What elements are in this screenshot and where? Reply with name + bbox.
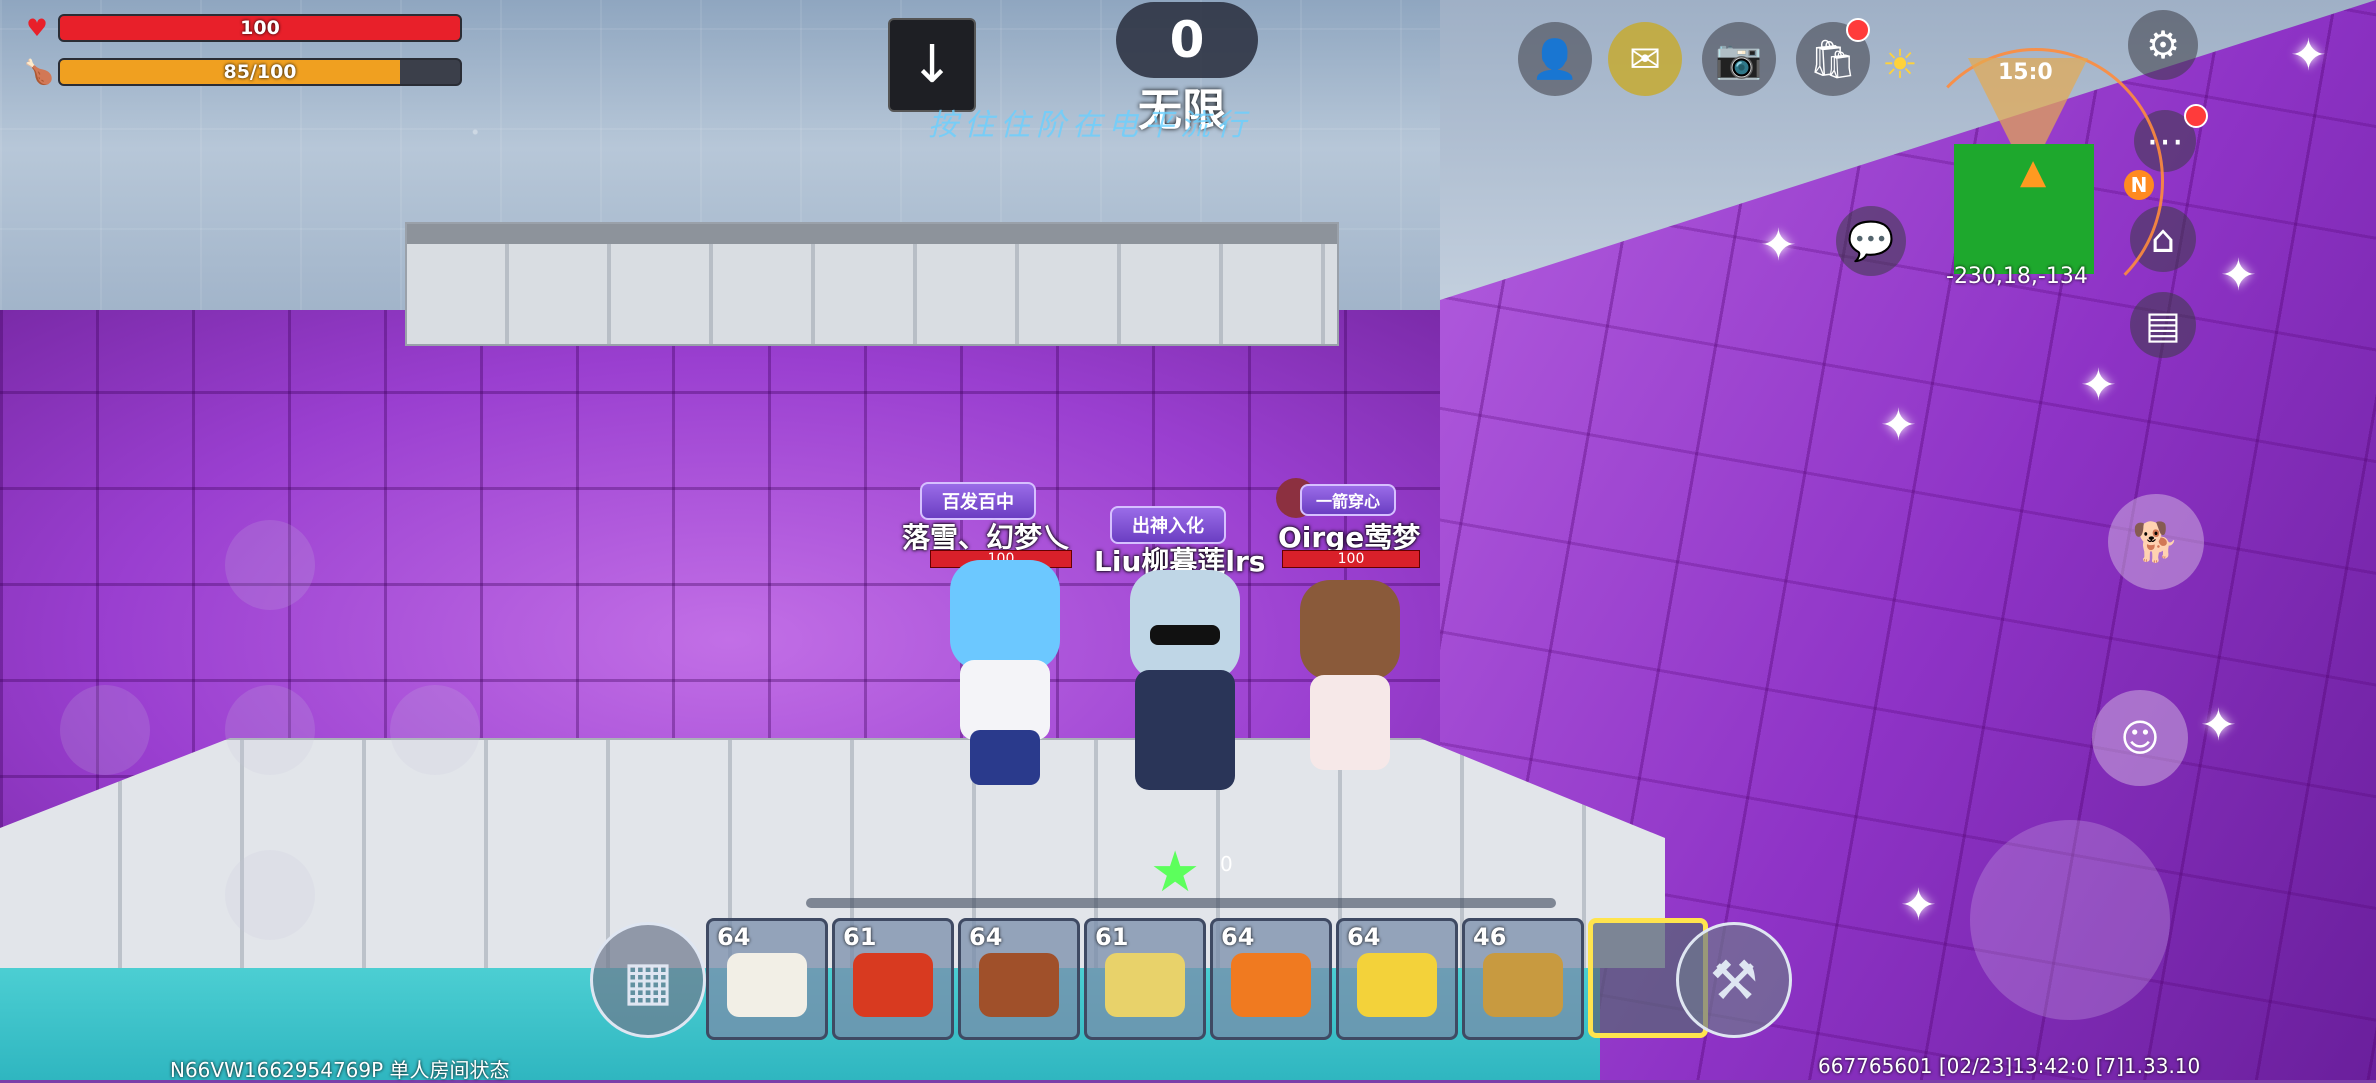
character-torso	[960, 660, 1050, 740]
settings-button[interactable]: ⚙	[2128, 10, 2198, 80]
hotbar-slot-6[interactable]: 64	[1336, 918, 1458, 1040]
star-icon: ★	[1150, 840, 1201, 905]
health-row: ♥ 100	[24, 14, 462, 42]
direction-arrow-icon: ↓	[888, 18, 976, 112]
jump-joystick[interactable]	[1970, 820, 2170, 1020]
hotbar-slot-2[interactable]: 61	[832, 918, 954, 1040]
notification-dot	[2184, 104, 2208, 128]
crafting-icon: ⚒	[1709, 948, 1759, 1012]
room-id-status: N66VW1662954769P 单人房间状态	[170, 1058, 510, 1082]
tofu-icon	[727, 953, 807, 1017]
score-display: 0	[1116, 2, 1258, 78]
item-count: 46	[1473, 923, 1507, 951]
sparkle-icon: ✦	[2290, 30, 2327, 81]
character-legs	[970, 730, 1040, 785]
hotbar-slot-4[interactable]: 61	[1084, 918, 1206, 1040]
sparkle-icon: ✦	[1760, 220, 1797, 271]
character-torso	[1135, 670, 1235, 790]
hotbar-slot-5[interactable]: 64	[1210, 918, 1332, 1040]
health-bar: 100	[58, 14, 462, 42]
item-count: 64	[1221, 923, 1255, 951]
item-count: 61	[1095, 923, 1129, 951]
hunger-value: 85/100	[223, 61, 297, 83]
chat-icon: 💬	[1847, 218, 1895, 263]
player-marker-icon: ▲	[2020, 152, 2047, 192]
hint-text: 按住住阶在电平流行	[928, 108, 1252, 143]
dpad-down-button[interactable]	[225, 850, 315, 940]
sparkle-icon: ✦	[2220, 250, 2257, 301]
shop-bag-icon: 🛍	[1808, 36, 1858, 81]
sparkle-icon: ✦	[2080, 360, 2117, 411]
minimap[interactable]: 15:0 ▲ -230,18,-134	[1908, 48, 2164, 314]
roast-meat-icon	[853, 953, 933, 1017]
backpack-icon: ▦	[622, 948, 674, 1012]
experience-bar	[806, 898, 1556, 908]
item-count: 64	[969, 923, 1003, 951]
hotbar-slot-1[interactable]: 64	[706, 918, 828, 1040]
dpad-up-button[interactable]	[225, 520, 315, 610]
item-count: 61	[843, 923, 877, 951]
pet-button[interactable]: 🐕	[2108, 494, 2204, 590]
north-indicator: N	[2124, 170, 2154, 200]
map-scroll-icon	[1483, 953, 1563, 1017]
movement-dpad[interactable]	[60, 520, 480, 940]
steak-icon	[979, 953, 1059, 1017]
sunglasses-icon	[1150, 625, 1220, 645]
emote-button[interactable]: ☺	[2092, 690, 2188, 786]
notebook-button[interactable]: ▤	[2130, 292, 2196, 358]
upper-stone-ledge	[405, 222, 1339, 346]
camera-icon: 📷	[1715, 36, 1763, 81]
backpack-button[interactable]: ▦	[590, 922, 706, 1038]
hunger-row: 🍗 85/100	[24, 58, 462, 86]
sparkle-icon: ✦	[1900, 880, 1937, 931]
soup-bowl-icon	[1105, 953, 1185, 1017]
player-hp-bar: 100	[1282, 550, 1420, 568]
dpad-left-button[interactable]	[60, 685, 150, 775]
emote-icon: ☺	[2120, 716, 2160, 760]
sparkle-icon: ✦	[1880, 400, 1917, 451]
hotbar: 64 61 64 61 64 64 46	[706, 918, 1708, 1040]
heart-icon: ♥	[26, 14, 48, 42]
sparkle-icon: ✦	[2200, 700, 2237, 751]
gear-icon: ⚙	[2145, 23, 2181, 67]
character-head	[1300, 580, 1400, 680]
dpad-right-button[interactable]	[390, 685, 480, 775]
character-torso	[1310, 675, 1390, 770]
item-count: 64	[717, 923, 751, 951]
add-friend-icon: 👤	[1531, 36, 1579, 81]
add-friend-button[interactable]: 👤	[1518, 22, 1592, 96]
pet-icon: 🐕	[2132, 519, 2180, 564]
mail-button[interactable]: ✉	[1608, 22, 1682, 96]
mail-icon: ✉	[1629, 37, 1661, 81]
hotbar-slot-7[interactable]: 46	[1462, 918, 1584, 1040]
drumstick-icon: 🍗	[24, 58, 54, 86]
banana-icon	[1357, 953, 1437, 1017]
notification-dot	[1846, 18, 1870, 42]
player-character-1[interactable]	[940, 560, 1070, 790]
sun-icon: ☀	[1882, 42, 1918, 88]
player-title-badge: 一箭穿心	[1300, 484, 1397, 516]
dpad-center-button[interactable]	[225, 685, 315, 775]
player-character-3[interactable]	[1290, 580, 1410, 780]
hunger-bar: 85/100	[58, 58, 462, 86]
build-info: 667765601 [02/23]13:42:0 [7]1.33.10	[1818, 1054, 2201, 1078]
player-title-badge: 出神入化	[1110, 506, 1226, 544]
star-count: 0	[1220, 852, 1233, 876]
player-title-badge: 百发百中	[920, 482, 1036, 520]
notebook-icon: ▤	[2145, 303, 2181, 347]
minimap-time: 15:0	[1998, 60, 2053, 85]
chat-button[interactable]: 💬	[1836, 206, 1906, 276]
player-character-2[interactable]	[1120, 570, 1250, 790]
character-head	[950, 560, 1060, 670]
item-count: 64	[1347, 923, 1381, 951]
player-coordinates: -230,18,-134	[1946, 264, 2088, 289]
grilled-food-icon	[1231, 953, 1311, 1017]
crafting-button[interactable]: ⚒	[1676, 922, 1792, 1038]
camera-button[interactable]: 📷	[1702, 22, 1776, 96]
hotbar-slot-3[interactable]: 64	[958, 918, 1080, 1040]
health-value: 100	[240, 17, 280, 39]
